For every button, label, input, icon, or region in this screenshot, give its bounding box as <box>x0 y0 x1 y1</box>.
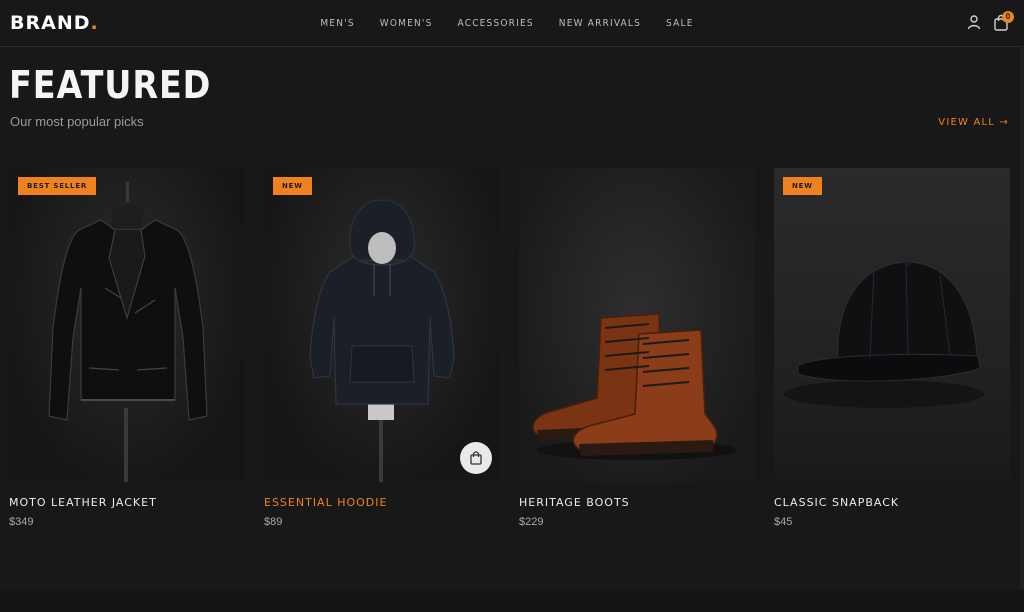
product-name[interactable]: HERITAGE BOOTS <box>519 496 755 509</box>
product-name[interactable]: MOTO LEATHER JACKET <box>9 496 245 509</box>
product-badge: NEW <box>783 177 822 195</box>
section-subtitle: Our most popular picks <box>10 114 144 129</box>
product-price: $89 <box>264 516 283 528</box>
product-card[interactable]: HERITAGE BOOTS $229 <box>519 168 755 528</box>
product-price: $45 <box>774 516 793 528</box>
leather-jacket-icon <box>48 182 208 482</box>
product-price: $229 <box>519 516 544 528</box>
nav-item-sale[interactable]: SALE <box>666 18 694 29</box>
product-name[interactable]: ESSENTIAL HOODIE <box>264 496 500 509</box>
footer-band <box>0 590 1024 612</box>
top-nav: BRAND. MEN'S WOMEN'S ACCESSORIES NEW ARR… <box>0 0 1024 47</box>
boots-icon <box>532 313 737 460</box>
product-card[interactable]: NEW ESSENTIAL HOODIE $89 <box>264 168 500 528</box>
product-image[interactable]: NEW <box>774 168 1010 482</box>
product-card[interactable]: NEW CLASSIC SNAPBACK $45 <box>774 168 1010 528</box>
view-all-link[interactable]: VIEW ALL → <box>938 117 1009 128</box>
product-badge: NEW <box>273 177 312 195</box>
nav-item-accessories[interactable]: ACCESSORIES <box>458 18 534 29</box>
cap-icon <box>784 261 984 408</box>
product-card[interactable]: BEST SELLER MOTO LEATHER JACKET $349 <box>9 168 245 528</box>
product-image[interactable] <box>519 168 755 482</box>
hoodie-icon <box>309 199 455 482</box>
product-image[interactable]: BEST SELLER <box>9 168 245 482</box>
product-badge: BEST SELLER <box>18 177 97 195</box>
scrollbar[interactable] <box>1020 47 1024 590</box>
quick-add-button[interactable] <box>460 442 492 474</box>
product-price: $349 <box>9 516 34 528</box>
product-name[interactable]: CLASSIC SNAPBACK <box>774 496 1010 509</box>
main-menu: MEN'S WOMEN'S ACCESSORIES NEW ARRIVALS S… <box>0 0 1024 46</box>
nav-item-new-arrivals[interactable]: NEW ARRIVALS <box>559 18 641 29</box>
nav-item-womens[interactable]: WOMEN'S <box>380 18 433 29</box>
section-title: FEATURED <box>9 63 212 107</box>
nav-item-mens[interactable]: MEN'S <box>320 18 354 29</box>
product-image[interactable]: NEW <box>264 168 500 482</box>
cart-count-badge: 0 <box>1002 11 1014 23</box>
shopping-bag-icon <box>470 451 482 465</box>
user-icon[interactable] <box>966 14 982 30</box>
